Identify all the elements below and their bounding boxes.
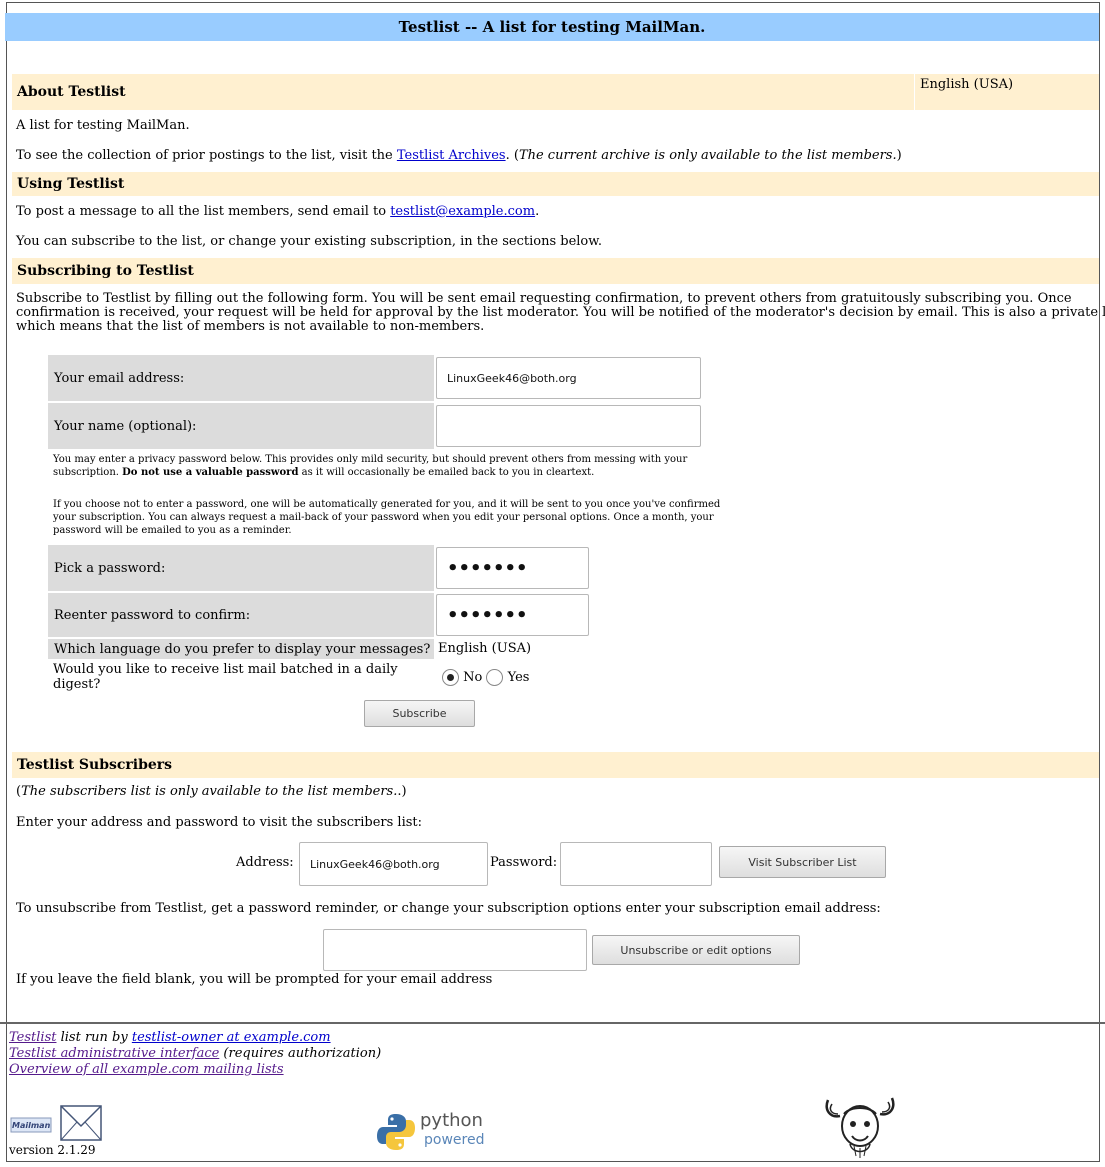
pw-note-line-1: You may enter a privacy password below. … <box>53 454 688 465</box>
subscribing-heading: Subscribing to Testlist <box>12 258 1099 284</box>
using-heading: Using Testlist <box>12 172 1099 196</box>
pick-password-field[interactable]: ••••••• <box>436 547 589 589</box>
powered-text: powered <box>424 1132 485 1148</box>
pw-note-line-2: subscription. Do not use a valuable pass… <box>53 466 687 479</box>
about-description: A list for testing MailMan. <box>16 118 190 133</box>
footer-line-1: Testlist list run by testlist-owner at e… <box>9 1030 381 1046</box>
unsubscribe-email-field[interactable] <box>323 929 587 971</box>
footer-line-2: Testlist administrative interface (requi… <box>9 1046 381 1062</box>
about-heading-text: About Testlist <box>17 84 126 100</box>
intro-line-1: Subscribe to Testlist by filling out the… <box>16 291 1072 306</box>
unsubscribe-button[interactable]: Unsubscribe or edit options <box>592 935 800 965</box>
archives-text: To see the collection of prior postings … <box>16 148 397 163</box>
pw-note-line-5: password will be emailed to you as a rem… <box>53 525 292 536</box>
subscribers-heading-text: Testlist Subscribers <box>17 757 173 773</box>
email-label-cell: Your email address: <box>48 355 434 401</box>
about-heading: About Testlist <box>12 74 914 110</box>
gnu-logo[interactable] <box>822 1092 898 1160</box>
language-pref-value: English (USA) <box>438 641 532 656</box>
digest-options: No Yes <box>442 669 529 686</box>
name-label: Your name (optional): <box>54 418 197 434</box>
page-title: Testlist -- A list for testing MailMan. <box>5 13 1099 41</box>
footer-admin-link[interactable]: Testlist administrative interface <box>9 1046 219 1061</box>
footer-overview-link[interactable]: Overview of all example.com mailing list… <box>9 1062 284 1077</box>
post-text: To post a message to all the list member… <box>16 204 391 219</box>
pw-note-line-4: your subscription. You can always reques… <box>53 512 714 523</box>
footer-line-3: Overview of all example.com mailing list… <box>9 1062 381 1078</box>
pick-password-label-cell: Pick a password: <box>48 545 434 591</box>
password-label: Password: <box>490 855 558 870</box>
subscribing-heading-text: Subscribing to Testlist <box>17 263 194 279</box>
note-close: .) <box>397 784 407 799</box>
subscribers-enter-text: Enter your address and password to visit… <box>16 815 423 830</box>
list-email-link[interactable]: testlist@example.com <box>390 204 535 219</box>
digest-label: Would you like to receive list mail batc… <box>53 662 398 692</box>
name-label-cell: Your name (optional): <box>48 403 434 449</box>
address-field[interactable]: LinuxGeek46@both.org <box>299 842 488 886</box>
digest-no-label: No <box>463 670 483 685</box>
auto-password-note: If you choose not to enter a password, o… <box>53 498 720 537</box>
gnu-head-icon <box>825 1097 895 1158</box>
language-cell: English (USA) <box>915 74 1099 110</box>
archives-close: ) <box>896 148 902 163</box>
email-field[interactable]: LinuxGeek46@both.org <box>436 357 701 399</box>
footer-divider <box>0 1022 1105 1024</box>
version-text: version 2.1.29 <box>9 1143 96 1157</box>
language-pref-label: Which language do you prefer to display … <box>54 641 431 657</box>
digest-no-radio[interactable] <box>442 669 459 686</box>
note-text: The subscribers list is only available t… <box>21 784 398 799</box>
reenter-password-label-cell: Reenter password to confirm: <box>48 593 434 637</box>
digest-label-line-1: Would you like to receive list mail batc… <box>53 662 398 677</box>
language-label: English (USA) <box>920 77 1014 92</box>
pw-note-2c: as it will occasionally be emailed back … <box>298 467 595 478</box>
reenter-password-field[interactable]: ••••••• <box>436 594 589 636</box>
pick-password-label: Pick a password: <box>54 560 166 576</box>
pw-note-line-3: If you choose not to enter a password, o… <box>53 499 721 510</box>
pw-note-2a: subscription. <box>53 467 123 478</box>
subscribers-note: (The subscribers list is only available … <box>16 784 407 799</box>
name-field[interactable] <box>436 405 701 447</box>
subscribe-intro: Subscribe to Testlist by filling out the… <box>16 291 1105 334</box>
visit-subscriber-list-button[interactable]: Visit Subscriber List <box>719 846 886 878</box>
post-end: . <box>535 204 540 219</box>
python-powered-logo[interactable]: python powered <box>376 1110 496 1156</box>
digest-yes-label: Yes <box>507 670 530 685</box>
archives-link[interactable]: Testlist Archives <box>397 148 506 163</box>
subscribe-button[interactable]: Subscribe <box>364 700 475 727</box>
intro-line-2: confirmation is received, your request w… <box>16 305 1105 320</box>
digest-label-line-2: digest? <box>53 677 101 692</box>
footer-list-link[interactable]: Testlist <box>9 1030 56 1045</box>
subscribers-heading: Testlist Subscribers <box>12 752 1099 778</box>
subscribe-info: You can subscribe to the list, or change… <box>16 234 602 249</box>
footer-links: Testlist list run by testlist-owner at e… <box>9 1030 381 1078</box>
unsubscribe-text: To unsubscribe from Testlist, get a pass… <box>16 901 881 916</box>
password-note: You may enter a privacy password below. … <box>53 453 687 479</box>
address-label: Address: <box>236 855 294 870</box>
python-text: python <box>420 1110 483 1131</box>
reenter-password-label: Reenter password to confirm: <box>54 607 251 623</box>
archives-sep: . ( <box>505 148 519 163</box>
archives-note: The current archive is only available to… <box>518 148 897 163</box>
intro-line-3: which means that the list of members is … <box>16 319 485 334</box>
pw-warning: Do not use a valuable password <box>122 467 299 478</box>
email-label: Your email address: <box>54 370 185 386</box>
footer-admin-note: (requires authorization) <box>219 1046 382 1061</box>
footer-run-by: list run by <box>56 1030 132 1045</box>
mailman-logo-text: Mailman <box>12 1121 51 1130</box>
using-heading-text: Using Testlist <box>17 176 125 192</box>
python-icon <box>377 1114 415 1150</box>
blank-field-note: If you leave the field blank, you will b… <box>16 972 493 987</box>
post-line: To post a message to all the list member… <box>16 204 539 219</box>
language-pref-label-cell: Which language do you prefer to display … <box>48 639 434 659</box>
footer-owner-link[interactable]: testlist-owner at example.com <box>132 1030 331 1045</box>
archives-line: To see the collection of prior postings … <box>16 148 902 163</box>
digest-yes-radio[interactable] <box>486 669 504 686</box>
mailman-logo[interactable]: Mailman version 2.1.29 <box>9 1104 109 1160</box>
subscriber-password-field[interactable] <box>560 842 712 886</box>
